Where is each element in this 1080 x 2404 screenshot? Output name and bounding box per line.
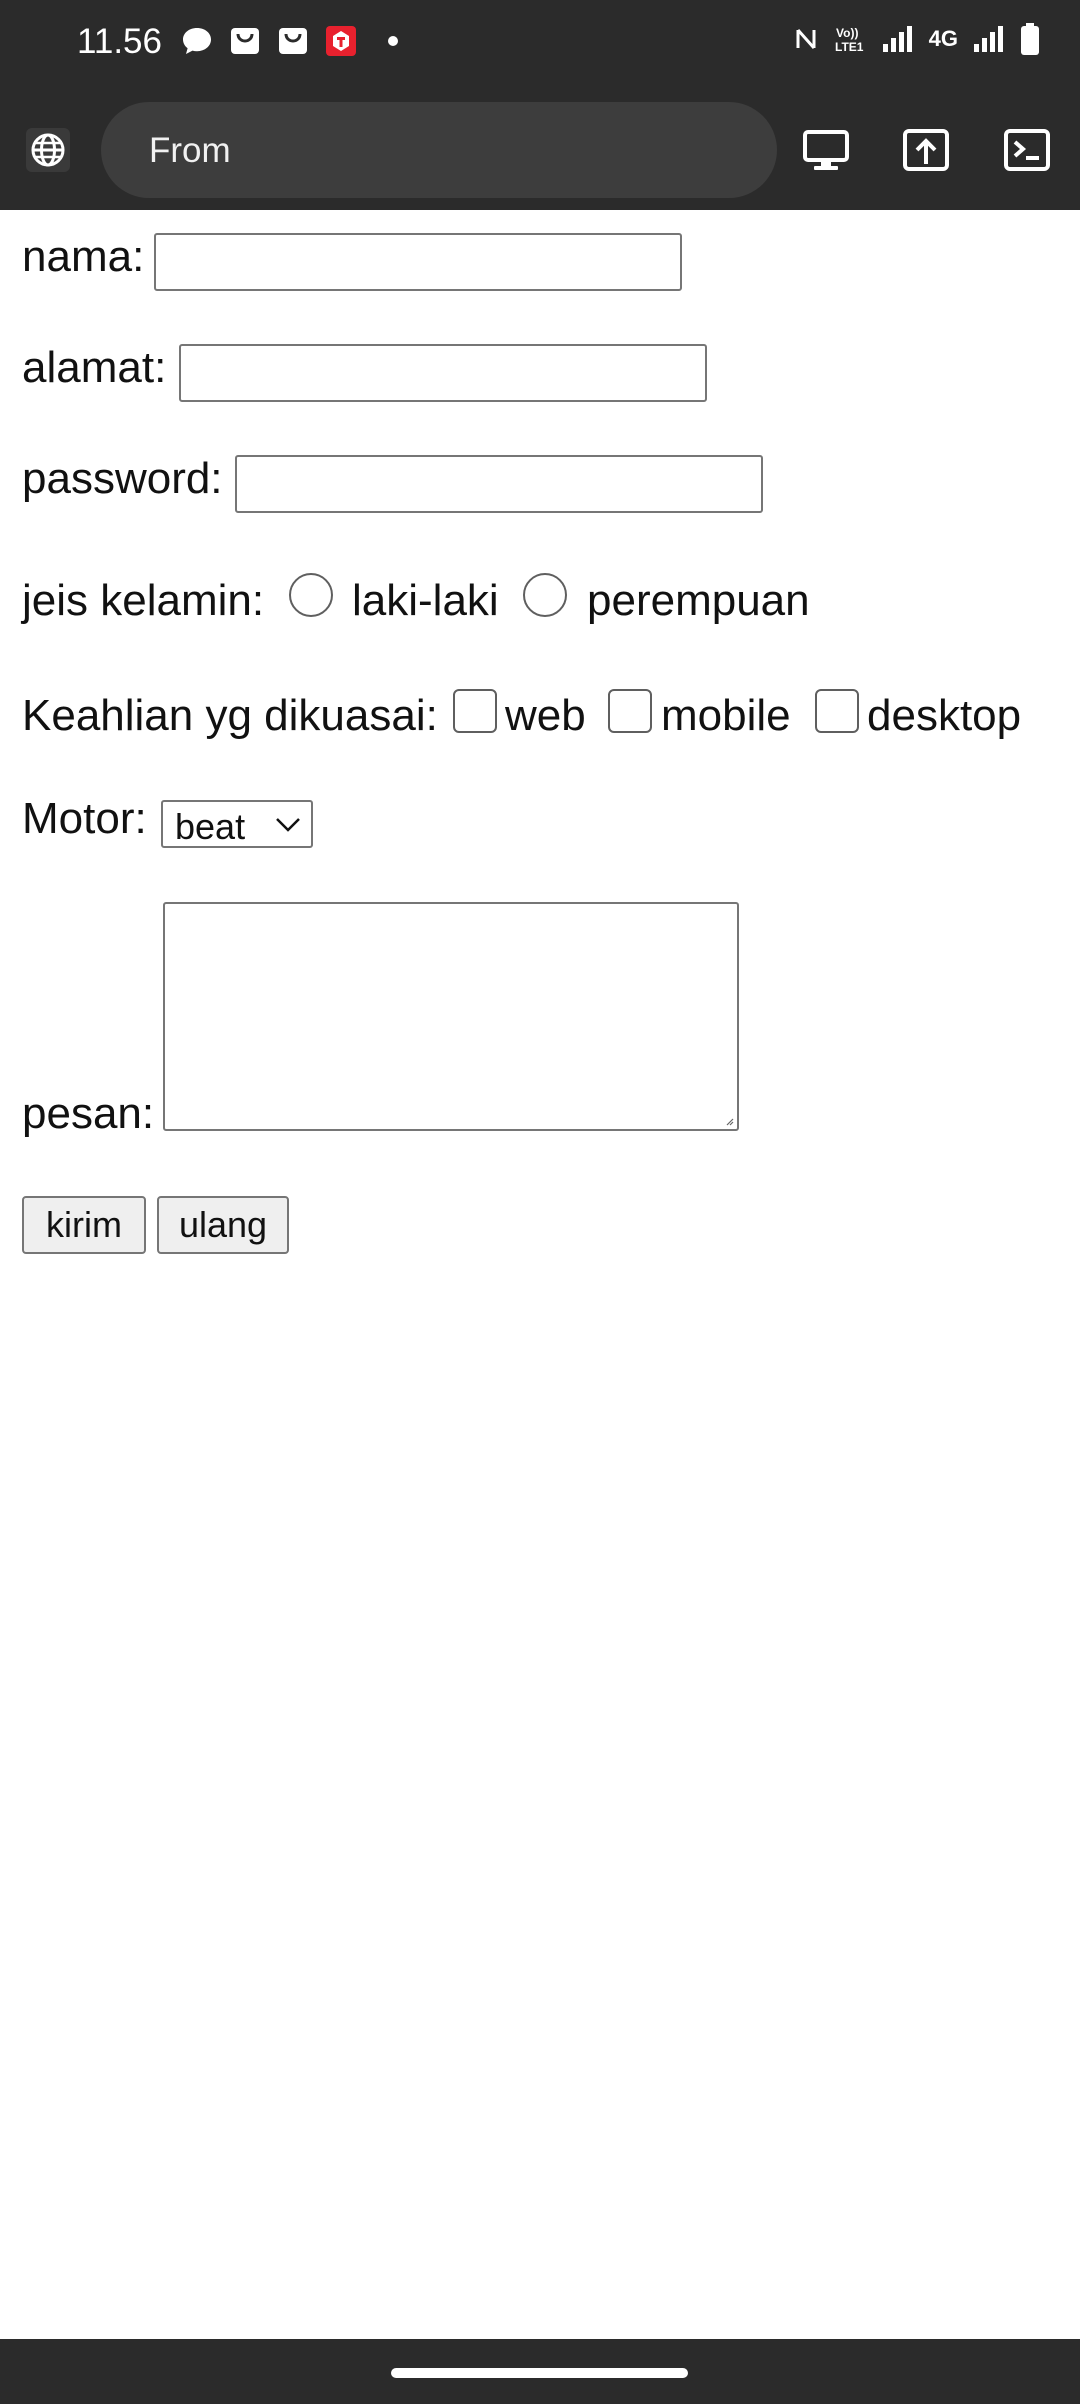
- nfc-icon: [796, 29, 816, 49]
- chevron-down-icon: [276, 818, 300, 832]
- home-gesture-handle[interactable]: [391, 2368, 688, 2378]
- gender-label: jeis kelamin:: [22, 576, 265, 625]
- motor-label: Motor:: [22, 794, 147, 843]
- status-bar: 11.56 Vo)) LTE1 4G: [0, 0, 1080, 90]
- checkbox-mobile-label: mobile: [661, 691, 791, 740]
- skills-label: Keahlian yg dikuasai:: [22, 691, 438, 740]
- radio-laki-laki-label: laki-laki: [352, 576, 499, 625]
- signal-icon: [882, 26, 912, 52]
- url-bar[interactable]: From: [101, 102, 777, 198]
- console-icon[interactable]: [1001, 124, 1053, 176]
- svg-text:LTE1: LTE1: [835, 40, 864, 54]
- globe-icon[interactable]: [26, 128, 70, 172]
- pesan-textarea[interactable]: [163, 902, 739, 1131]
- chat-bubble-icon: [183, 28, 211, 54]
- svg-text:Vo)): Vo)): [836, 26, 858, 40]
- checkbox-mobile[interactable]: [608, 689, 652, 733]
- pesan-label: pesan:: [22, 1089, 155, 1138]
- password-label: password:: [22, 454, 223, 503]
- more-notifications-dot: [388, 36, 398, 46]
- reset-button[interactable]: ulang: [157, 1196, 289, 1254]
- password-input[interactable]: [235, 455, 763, 513]
- status-time: 11.56: [77, 22, 162, 61]
- radio-perempuan[interactable]: [523, 573, 567, 617]
- url-text: From: [149, 131, 231, 170]
- submit-button[interactable]: kirim: [22, 1196, 146, 1254]
- resize-grip-icon[interactable]: [724, 1116, 734, 1126]
- system-status-icons: Vo)) LTE1 4G: [793, 22, 1040, 56]
- alamat-input[interactable]: [179, 344, 707, 402]
- alamat-label: alamat:: [22, 343, 167, 392]
- shop-app-icon: [326, 26, 356, 56]
- nama-input[interactable]: [154, 233, 682, 291]
- battery-icon: [1021, 23, 1039, 55]
- radio-laki-laki[interactable]: [289, 573, 333, 617]
- navigation-bar: [0, 2339, 1080, 2404]
- network-type: 4G: [928, 26, 958, 51]
- browser-toolbar: From: [0, 90, 1080, 210]
- signal-icon: [974, 26, 1003, 52]
- checkbox-desktop[interactable]: [815, 689, 859, 733]
- shopping-bag-icon: [231, 28, 259, 54]
- nama-label: nama:: [22, 232, 145, 281]
- checkbox-web[interactable]: [453, 689, 497, 733]
- shopping-bag-icon: [279, 28, 307, 54]
- motor-select-value: beat: [175, 806, 246, 847]
- volte-icon: Vo)) LTE1: [835, 26, 864, 54]
- open-externally-icon[interactable]: [900, 124, 952, 176]
- checkbox-desktop-label: desktop: [867, 691, 1022, 740]
- notification-icons: [180, 24, 398, 58]
- checkbox-web-label: web: [505, 691, 586, 740]
- radio-perempuan-label: perempuan: [587, 576, 810, 625]
- motor-select[interactable]: beat: [161, 800, 313, 848]
- desktop-view-icon[interactable]: [800, 124, 852, 176]
